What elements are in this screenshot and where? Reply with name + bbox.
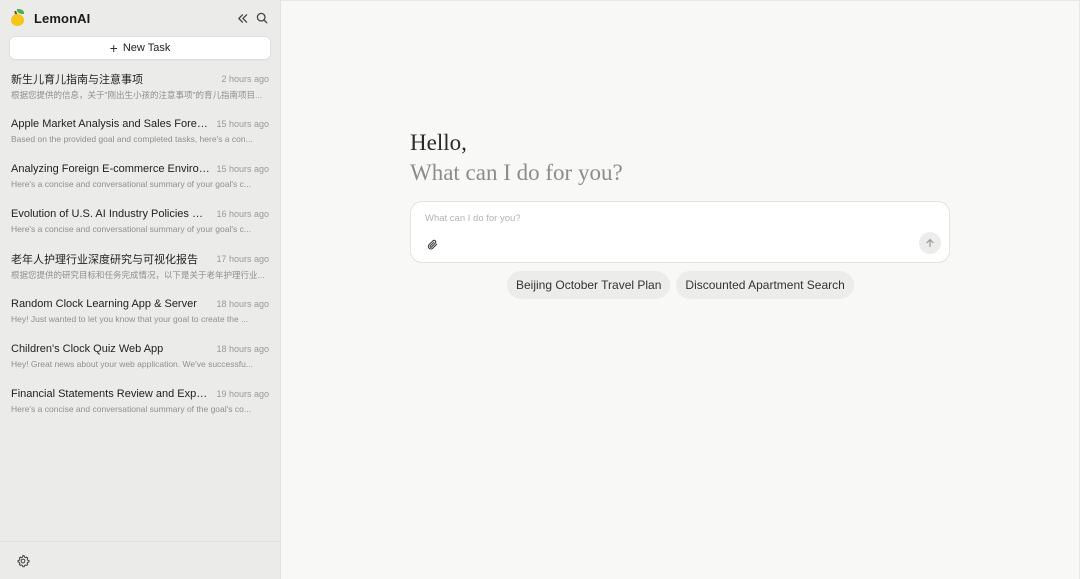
task-time: 2 hours ago [221,73,269,84]
task-item[interactable]: Evolution of U.S. AI Industry Policies O… [0,199,280,244]
new-task-button[interactable]: + New Task [9,36,271,60]
task-preview: Here's a concise and conversational summ… [11,404,251,414]
task-item[interactable]: 老年人护理行业深度研究与可视化报告 17 hours ago 根据您提供的研究目… [0,244,280,289]
sidebar: LemonAI + New Task 新生儿育儿指南与注意事项 2 hours … [0,0,281,579]
task-item[interactable]: Financial Statements Review and Expens..… [0,379,280,424]
app-window: LemonAI + New Task 新生儿育儿指南与注意事项 2 hours … [0,0,1080,579]
task-preview: 根据您提供的信息，关于"刚出生小孩的注意事项"的育儿指南项目... [11,90,263,100]
prompt-input[interactable]: What can I do for you? [425,213,521,224]
task-preview: Hey! Great news about your web applicati… [11,359,253,369]
new-task-label: New Task [122,42,171,54]
task-title: Financial Statements Review and Expens..… [11,387,211,400]
suggestion-chip[interactable]: Discounted Apartment Search [676,271,854,299]
task-preview: Based on the provided goal and completed… [11,134,253,144]
task-item[interactable]: Children's Clock Quiz Web App 18 hours a… [0,334,280,379]
task-list: 新生儿育儿指南与注意事项 2 hours ago 根据您提供的信息，关于"刚出生… [0,64,280,424]
task-preview: Here's a concise and conversational summ… [11,179,251,189]
greeting: Hello, What can I do for you? [410,128,623,188]
greeting-hello: Hello, [410,130,467,155]
task-time: 15 hours ago [216,163,269,174]
app-name: LemonAI [34,10,91,26]
task-title: Apple Market Analysis and Sales Forecas.… [11,117,211,130]
suggestion-chip[interactable]: Beijing October Travel Plan [507,271,671,299]
task-title: Evolution of U.S. AI Industry Policies O… [11,207,211,220]
send-button[interactable] [919,232,941,254]
sidebar-header: LemonAI [0,0,280,36]
suggestion-chips: Beijing October Travel Plan Discounted A… [507,271,854,299]
task-title: Analyzing Foreign E-commerce Environ... [11,162,211,175]
task-title: 老年人护理行业深度研究与可视化报告 [11,253,198,266]
task-item[interactable]: Apple Market Analysis and Sales Forecas.… [0,109,280,154]
paperclip-icon[interactable] [423,235,441,253]
task-time: 17 hours ago [216,253,269,264]
prompt-input-box[interactable]: What can I do for you? [410,201,950,263]
task-title: Random Clock Learning App & Server [11,297,197,310]
double-chevron-left-icon[interactable] [236,12,248,24]
task-preview: 根据您提供的研究目标和任务完成情况，以下是关于老年护理行业... [11,270,265,280]
task-item[interactable]: Analyzing Foreign E-commerce Environ... … [0,154,280,199]
task-time: 18 hours ago [216,298,269,309]
task-time: 16 hours ago [216,208,269,219]
task-title: Children's Clock Quiz Web App [11,342,164,355]
arrow-up-icon [926,239,934,247]
plus-icon: + [109,40,118,56]
lemon-logo-icon [10,8,26,28]
task-item[interactable]: Random Clock Learning App & Server 18 ho… [0,289,280,334]
task-time: 19 hours ago [216,388,269,399]
task-title: 新生儿育儿指南与注意事项 [11,73,143,86]
search-icon[interactable] [256,12,268,24]
task-preview: Here's a concise and conversational summ… [11,224,251,234]
greeting-question: What can I do for you? [410,160,623,185]
task-item[interactable]: 新生儿育儿指南与注意事项 2 hours ago 根据您提供的信息，关于"刚出生… [0,64,280,109]
gear-icon[interactable] [16,554,30,568]
main-panel: Hello, What can I do for you? What can I… [281,0,1080,579]
task-preview: Hey! Just wanted to let you know that yo… [11,314,249,324]
sidebar-footer [0,541,280,579]
task-time: 15 hours ago [216,118,269,129]
task-time: 18 hours ago [216,343,269,354]
